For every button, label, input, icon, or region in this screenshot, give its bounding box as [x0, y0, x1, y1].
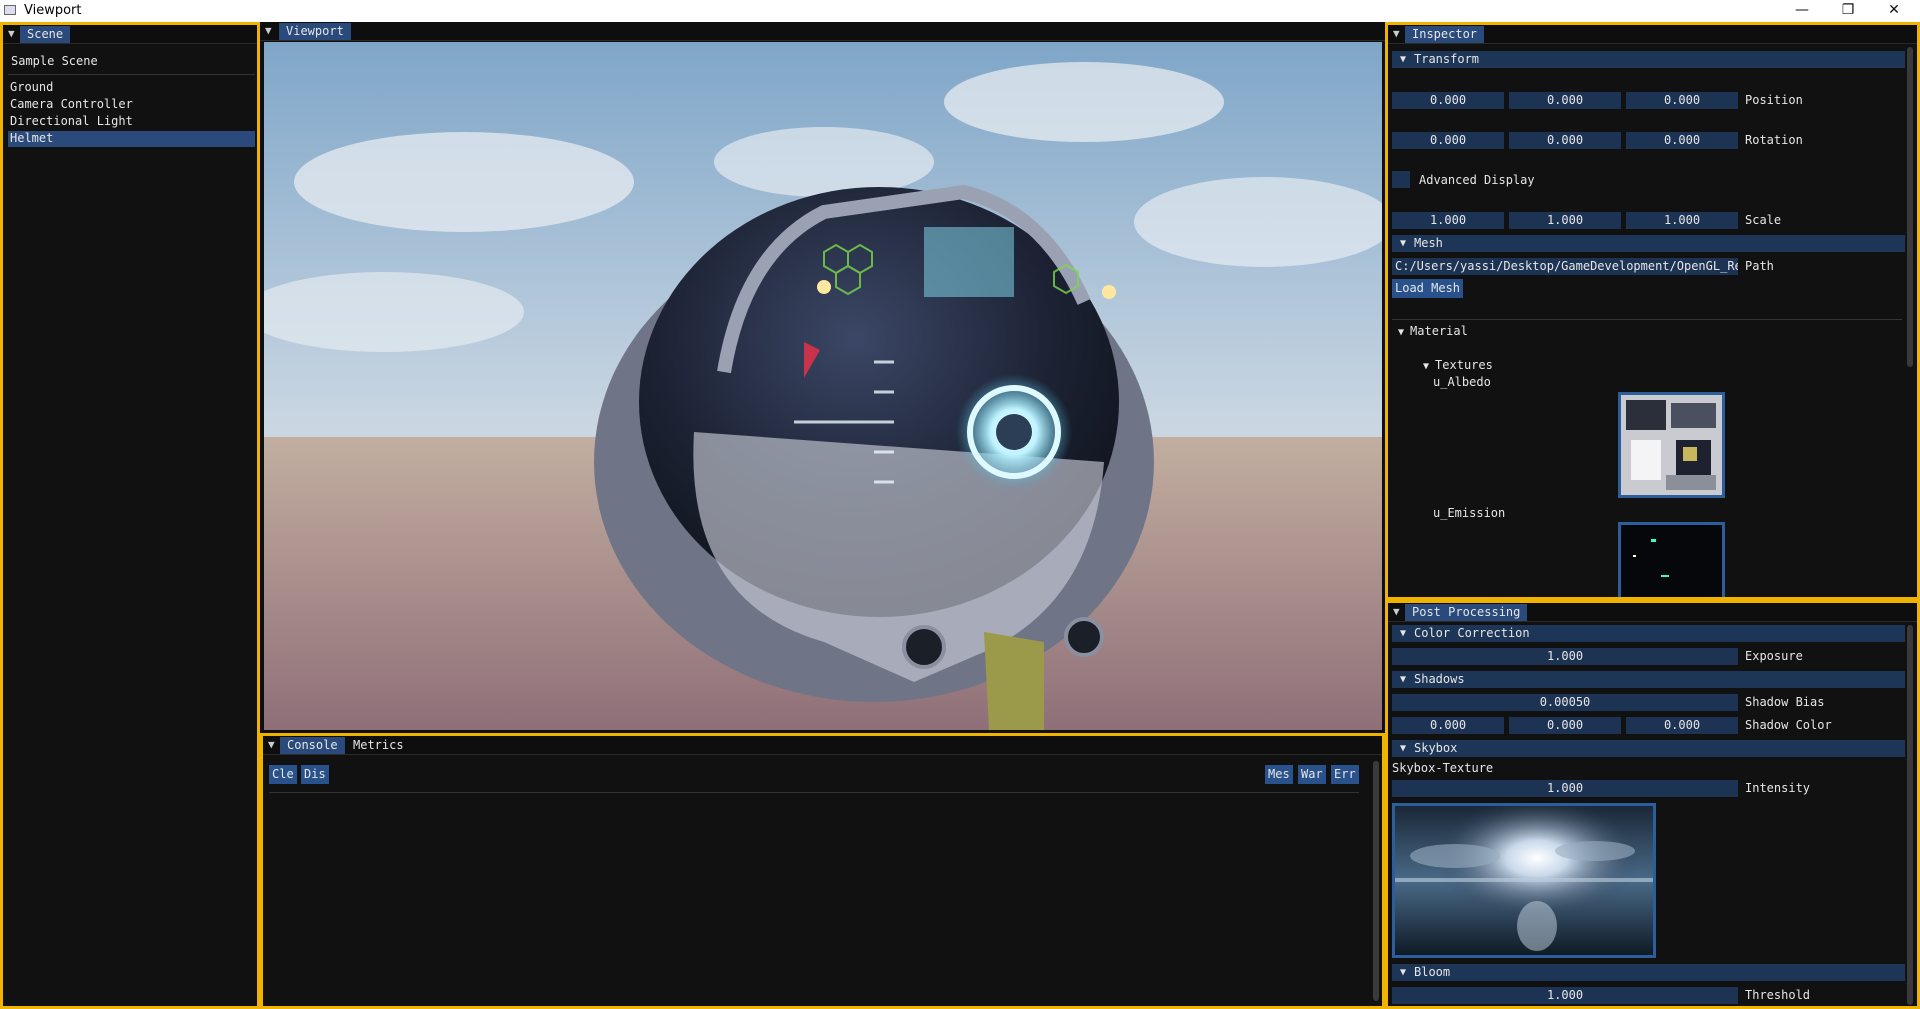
app-icon — [4, 5, 16, 15]
scale-y-field[interactable]: 1.000 — [1509, 212, 1621, 229]
viewport-tab-bar: ▼ Viewport — [260, 22, 1385, 41]
textures-header[interactable]: ▼ Textures — [1423, 357, 1493, 375]
material-header[interactable]: ▼ Material — [1398, 323, 1468, 341]
scale-x-field[interactable]: 1.000 — [1392, 212, 1504, 229]
emission-dot — [1651, 539, 1656, 542]
load-mesh-button[interactable]: Load Mesh — [1392, 279, 1464, 298]
intensity-field[interactable]: 1.000 — [1392, 780, 1738, 797]
inspector-panel: ▼ Inspector ▼ Transform 0.000 0.000 0.000… — [1385, 22, 1920, 600]
shadow-bias-label: Shadow Bias — [1745, 695, 1825, 709]
collapse-icon[interactable]: ▼ — [8, 27, 15, 40]
collapse-icon[interactable]: ▼ — [268, 738, 275, 751]
skybox-header[interactable]: ▼ Skybox — [1392, 740, 1905, 757]
maximize-button[interactable]: ❐ — [1826, 0, 1870, 22]
console-tab-bar: ▼ Console Metrics — [263, 736, 1382, 755]
skybox-texture-label: Skybox-Texture — [1392, 761, 1494, 775]
console-panel: ▼ Console Metrics Cle Dis Mes War Err — [260, 733, 1385, 1009]
post-processing-panel: ▼ Post Processing ▼ Color Correction 1.00… — [1385, 600, 1920, 1009]
bloom-header[interactable]: ▼ Bloom — [1392, 964, 1905, 981]
transform-header[interactable]: ▼ Transform — [1392, 51, 1905, 68]
expand-icon: ▼ — [1423, 361, 1436, 372]
threshold-label: Threshold — [1745, 988, 1811, 1002]
scene-item-directional-light[interactable]: Directional Light — [8, 114, 255, 130]
skybox-texture-image — [1395, 806, 1653, 955]
expand-icon: ▼ — [1400, 674, 1407, 685]
rotation-y-field[interactable]: 0.000 — [1509, 132, 1621, 149]
shadow-color-b-field[interactable]: 0.000 — [1626, 717, 1738, 734]
metrics-tab[interactable]: Metrics — [346, 737, 411, 754]
rotation-z-field[interactable]: 0.000 — [1626, 132, 1738, 149]
scene-item-ground[interactable]: Ground — [8, 80, 255, 96]
albedo-texture-thumbnail[interactable] — [1618, 392, 1725, 498]
position-label: Position — [1745, 93, 1803, 107]
albedo-label: u_Albedo — [1433, 375, 1491, 389]
rotation-label: Rotation — [1745, 133, 1803, 147]
expand-icon: ▼ — [1400, 238, 1407, 249]
shadow-color-g-field[interactable]: 0.000 — [1509, 717, 1621, 734]
position-x-field[interactable]: 0.000 — [1392, 92, 1504, 109]
warnings-filter-button[interactable]: War — [1298, 765, 1326, 784]
threshold-field[interactable]: 1.000 — [1392, 987, 1738, 1004]
expand-icon: ▼ — [1400, 628, 1407, 639]
expand-icon: ▼ — [1400, 54, 1407, 65]
shadow-bias-field[interactable]: 0.00050 — [1392, 694, 1738, 711]
close-button[interactable]: ✕ — [1872, 0, 1916, 22]
mesh-header[interactable]: ▼ Mesh — [1392, 235, 1905, 252]
viewport-panel: ▼ Viewport — [260, 22, 1385, 733]
advanced-display-checkbox[interactable] — [1392, 171, 1410, 188]
messages-filter-button[interactable]: Mes — [1265, 765, 1293, 784]
title-bar: Viewport — ❐ ✕ — [0, 0, 1920, 22]
inspector-scrollbar[interactable] — [1907, 47, 1913, 367]
emission-texture-thumbnail[interactable] — [1618, 522, 1725, 597]
shadow-color-r-field[interactable]: 0.000 — [1392, 717, 1504, 734]
position-y-field[interactable]: 0.000 — [1509, 92, 1621, 109]
emission-dot — [1633, 555, 1636, 557]
scale-label: Scale — [1745, 213, 1782, 227]
scene-item-camera-controller[interactable]: Camera Controller — [8, 97, 255, 113]
collapse-icon[interactable]: ▼ — [1393, 27, 1400, 40]
inspector-tab[interactable]: Inspector — [1405, 26, 1485, 43]
post-processing-tab-bar: ▼ Post Processing — [1388, 603, 1917, 622]
expand-icon: ▼ — [1398, 327, 1411, 338]
viewport-tab[interactable]: Viewport — [279, 23, 351, 40]
expand-icon: ▼ — [1400, 743, 1407, 754]
scene-item-helmet[interactable]: Helmet — [8, 131, 255, 147]
collapse-icon[interactable]: ▼ — [1393, 605, 1400, 618]
viewport-render[interactable] — [264, 42, 1382, 730]
albedo-texture-image — [1621, 395, 1722, 495]
post-processing-scrollbar[interactable] — [1907, 625, 1913, 1005]
window-title: Viewport — [24, 3, 82, 18]
advanced-display-label: Advanced Display — [1419, 173, 1535, 187]
post-processing-tab[interactable]: Post Processing — [1405, 604, 1528, 621]
display-button[interactable]: Dis — [301, 765, 329, 784]
rotation-x-field[interactable]: 0.000 — [1392, 132, 1504, 149]
console-scrollbar[interactable] — [1373, 761, 1379, 1001]
scale-z-field[interactable]: 1.000 — [1626, 212, 1738, 229]
inspector-tab-bar: ▼ Inspector — [1388, 25, 1917, 44]
collapse-icon[interactable]: ▼ — [265, 24, 272, 37]
console-tab[interactable]: Console — [280, 737, 345, 754]
minimize-button[interactable]: — — [1780, 0, 1824, 22]
scene-panel: ▼ Scene Sample Scene Ground Camera Contr… — [0, 22, 260, 1009]
shadow-color-label: Shadow Color — [1745, 718, 1832, 732]
emission-dot — [1661, 575, 1669, 577]
scene-root[interactable]: Sample Scene — [11, 54, 98, 68]
exposure-label: Exposure — [1745, 649, 1803, 663]
render-scene — [264, 42, 1382, 730]
skybox-texture-thumbnail[interactable] — [1392, 803, 1656, 958]
shadows-header[interactable]: ▼ Shadows — [1392, 671, 1905, 688]
color-correction-header[interactable]: ▼ Color Correction — [1392, 625, 1905, 642]
mesh-path-input[interactable]: C:/Users/yassi/Desktop/GameDevelopment/O… — [1392, 258, 1738, 275]
expand-icon: ▼ — [1400, 967, 1407, 978]
scene-tab[interactable]: Scene — [20, 26, 71, 43]
scene-tab-bar: ▼ Scene — [3, 25, 257, 44]
intensity-label: Intensity — [1745, 781, 1811, 795]
clear-button[interactable]: Cle — [269, 765, 297, 784]
exposure-field[interactable]: 1.000 — [1392, 648, 1738, 665]
mesh-path-label: Path — [1745, 259, 1774, 273]
errors-filter-button[interactable]: Err — [1331, 765, 1359, 784]
emission-label: u_Emission — [1433, 506, 1506, 520]
position-z-field[interactable]: 0.000 — [1626, 92, 1738, 109]
